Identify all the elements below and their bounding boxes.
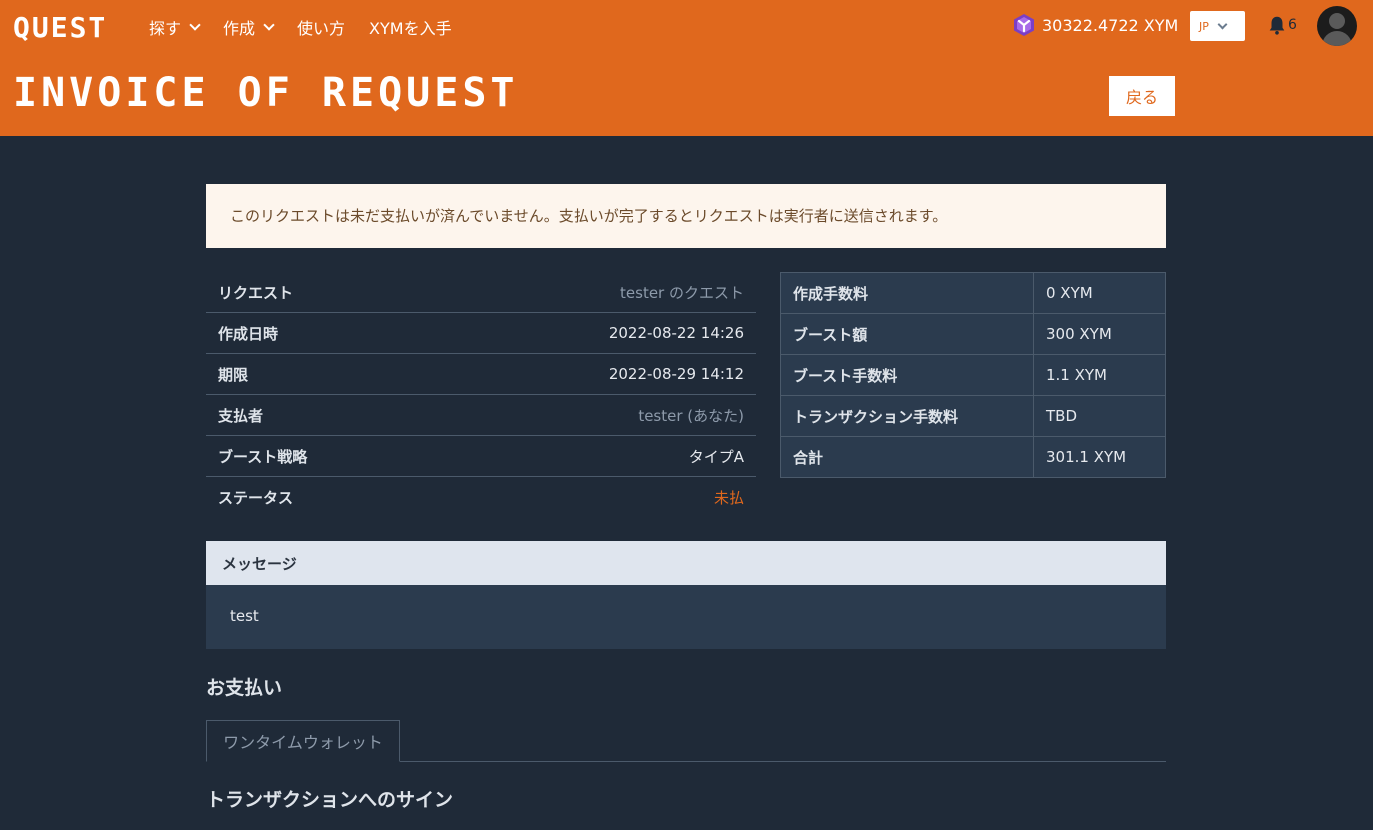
chevron-down-icon: [189, 19, 201, 31]
detail-value: タイプA: [688, 447, 744, 466]
avatar-head: [1329, 13, 1345, 29]
request-link[interactable]: tester のクエスト: [620, 282, 744, 303]
nav-how-to[interactable]: 使い方: [297, 15, 345, 39]
main-nav: 探す 作成 使い方 XYMを入手: [149, 15, 476, 39]
detail-value: 2022-08-29 14:12: [608, 365, 744, 383]
avatar-body: [1322, 31, 1352, 46]
page-title: INVOICE OF REQUEST: [13, 70, 519, 116]
notification-count: 6: [1288, 17, 1297, 33]
nav-how-to-label: 使い方: [297, 19, 346, 38]
detail-label: ブースト戦略: [218, 447, 308, 466]
table-row: ブースト手数料 1.1 XYM: [780, 354, 1166, 396]
nav-get-xym-label: XYMを入手: [369, 19, 452, 38]
language-value: JP: [1199, 19, 1209, 33]
fee-table: 作成手数料 0 XYM ブースト額 300 XYM ブースト手数料 1.1 XY…: [780, 272, 1166, 478]
detail-label: ステータス: [218, 489, 294, 507]
table-row: 合計 301.1 XYM: [780, 436, 1166, 478]
fee-label: 合計: [780, 436, 1034, 478]
symbol-xym-icon: [1014, 14, 1034, 36]
bell-icon: [1269, 16, 1285, 35]
balance-amount: 30322.4722 XYM: [1042, 15, 1179, 35]
tab-one-time-wallet[interactable]: ワンタイムウォレット: [206, 720, 400, 762]
nav-get-xym[interactable]: XYMを入手: [369, 15, 452, 39]
table-row: ブースト額 300 XYM: [780, 313, 1166, 355]
logo[interactable]: QUEST: [13, 11, 107, 44]
fee-value: 1.1 XYM: [1033, 354, 1166, 396]
request-details: リクエスト tester のクエスト 作成日時 2022-08-22 14:26…: [206, 272, 756, 518]
nav-create[interactable]: 作成: [223, 15, 275, 39]
table-row: 作成手数料 0 XYM: [780, 272, 1166, 314]
payment-notice: このリクエストは未だ支払いが済んでいません。支払いが完了するとリクエストは実行者…: [206, 184, 1166, 248]
detail-value: 2022-08-22 14:26: [608, 324, 744, 342]
fee-value: 301.1 XYM: [1033, 436, 1166, 478]
detail-row-payer: 支払者 tester (あなた): [206, 395, 756, 436]
chevron-down-icon: [1217, 19, 1228, 29]
nav-create-label: 作成: [223, 19, 256, 38]
detail-label: 期限: [218, 365, 249, 384]
detail-row-boost-strategy: ブースト戦略 タイプA: [206, 436, 756, 477]
payment-section-title: お支払い: [206, 677, 283, 699]
language-select[interactable]: JP: [1190, 11, 1245, 41]
wallet-balance: 30322.4722 XYM: [1012, 13, 1178, 37]
payer-link[interactable]: tester (あなた): [638, 405, 744, 426]
detail-row-deadline: 期限 2022-08-29 14:12: [206, 354, 756, 395]
fee-value: TBD: [1033, 395, 1166, 437]
fee-value: 300 XYM: [1033, 313, 1166, 355]
message-header: メッセージ: [206, 541, 1166, 585]
payment-tabs: ワンタイムウォレット: [206, 720, 1166, 762]
detail-label: 作成日時: [218, 324, 279, 343]
top-header: QUEST 探す 作成 使い方 XYMを入手 30322.4722 XYM JP…: [0, 0, 1373, 136]
detail-row-created: 作成日時 2022-08-22 14:26: [206, 313, 756, 354]
detail-row-status: ステータス 未払: [206, 477, 756, 518]
detail-row-request: リクエスト tester のクエスト: [206, 272, 756, 313]
back-button[interactable]: 戻る: [1109, 76, 1175, 116]
status-badge: 未払: [713, 489, 744, 507]
fee-label: トランザクション手数料: [780, 395, 1034, 437]
avatar[interactable]: [1317, 6, 1357, 46]
notifications[interactable]: 6: [1266, 14, 1297, 36]
message-body: test: [206, 585, 1166, 649]
fee-label: 作成手数料: [780, 272, 1034, 314]
detail-label: リクエスト: [218, 283, 294, 302]
detail-label: 支払者: [218, 406, 264, 425]
nav-explore-label: 探す: [149, 19, 182, 38]
fee-value: 0 XYM: [1033, 272, 1166, 314]
chevron-down-icon: [263, 19, 275, 31]
sign-transaction-title: トランザクションへのサイン: [206, 789, 454, 811]
nav-explore[interactable]: 探す: [149, 15, 201, 39]
table-row: トランザクション手数料 TBD: [780, 395, 1166, 437]
fee-label: ブースト手数料: [780, 354, 1034, 396]
fee-label: ブースト額: [780, 313, 1034, 355]
